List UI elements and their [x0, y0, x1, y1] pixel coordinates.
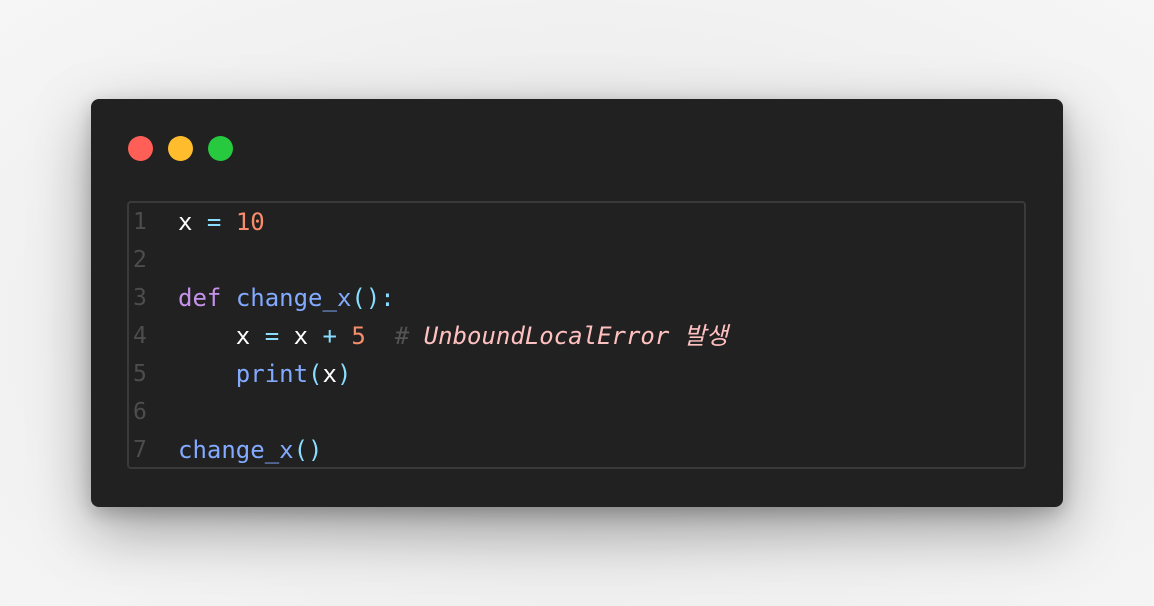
code-token-fn: print: [235, 360, 309, 388]
code-token-comment: UnboundLocalError 발생: [423, 322, 728, 350]
line-number: 1: [133, 209, 147, 235]
code-text: x = x + 5 # UnboundLocalError 발생: [178, 317, 728, 355]
window-controls: [128, 136, 233, 161]
code-token-var: x: [293, 322, 309, 350]
code-token-num: 5: [351, 322, 366, 350]
code-token-op: +: [322, 322, 337, 350]
code-token-var: x: [178, 208, 193, 236]
code-token-var: x: [235, 322, 251, 350]
code-token-var: x: [322, 360, 337, 388]
line-number: 6: [133, 399, 147, 425]
code-token-op: =: [206, 208, 222, 236]
code-token-paren: ():: [351, 284, 395, 312]
maximize-dot-icon[interactable]: [208, 136, 233, 161]
code-editor[interactable]: 1x = 10 2 3 def change_x(): 4 x = x + 5 # Un…: [127, 201, 1026, 469]
line-number: 2: [133, 247, 147, 273]
line-number: 7: [133, 437, 147, 463]
code-token-num: 10: [235, 208, 265, 236]
code-text: print(x): [178, 355, 352, 393]
code-token-paren: ): [336, 360, 352, 388]
code-token-kw: def: [178, 284, 222, 312]
code-text: x = 10: [178, 203, 265, 241]
line-number: 3: [133, 285, 147, 311]
code-token-op: =: [264, 322, 280, 350]
line-number: 5: [133, 361, 147, 387]
code-window: 1x = 10 2 3 def change_x(): 4 x = x + 5 # Un…: [91, 99, 1063, 507]
close-dot-icon[interactable]: [128, 136, 153, 161]
code-text: def change_x():: [178, 279, 395, 317]
minimize-dot-icon[interactable]: [168, 136, 193, 161]
code-token-fn: change_x: [178, 436, 294, 464]
code-token-fn: change_x: [235, 284, 352, 312]
code-text: change_x(): [178, 431, 323, 467]
code-token-paren: (): [293, 436, 323, 464]
line-number: 4: [133, 323, 147, 349]
code-token-hash: #: [394, 322, 410, 350]
code-token-paren: (: [308, 360, 323, 388]
